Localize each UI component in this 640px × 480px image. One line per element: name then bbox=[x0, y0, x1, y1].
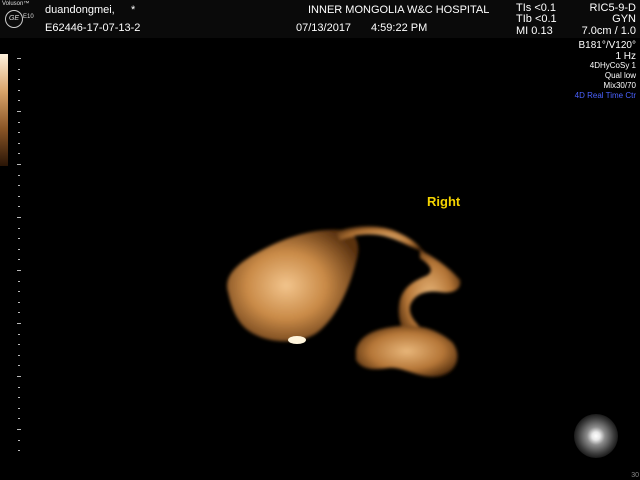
frame-number: 30 bbox=[631, 472, 639, 479]
light-source-icon[interactable] bbox=[574, 414, 618, 458]
volume-render bbox=[227, 226, 461, 377]
highlight-spot bbox=[288, 336, 306, 344]
uterine-cavity-shape bbox=[227, 226, 461, 377]
orientation-label: Right bbox=[427, 194, 461, 209]
